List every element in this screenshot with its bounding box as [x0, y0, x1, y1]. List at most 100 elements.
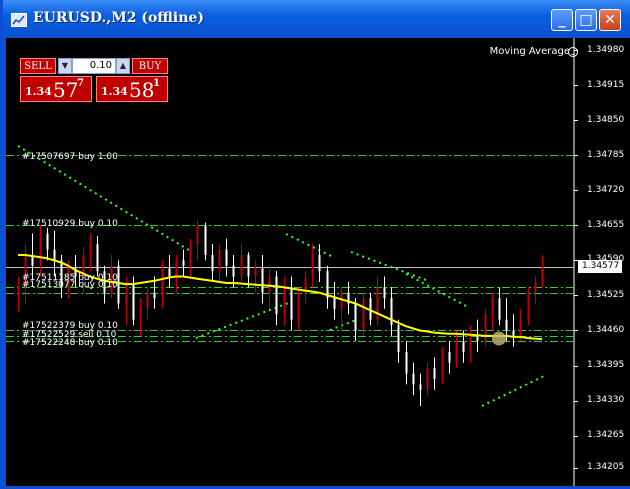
one-click-trading-panel: SELL ▼ 0.10 ▲ BUY 1.34 57 7 1.34 58 1	[20, 58, 168, 102]
buy-price-prefix: 1.34	[101, 85, 128, 98]
candle-body	[512, 330, 515, 336]
candle-body	[484, 314, 487, 342]
candle-body	[527, 292, 530, 320]
price-tick: 1.34655	[587, 220, 625, 230]
candle-body	[426, 368, 429, 390]
candle-body	[419, 384, 422, 390]
candle-body	[161, 268, 164, 299]
candle-body	[397, 325, 400, 353]
candle-body	[175, 260, 178, 277]
chart-window: EURUSD.,M2 (offline) _ □ ✕ SELL ▼ 0.10 ▲…	[0, 0, 630, 489]
sell-price-fraction: 7	[77, 78, 84, 89]
sell-price-prefix: 1.34	[25, 85, 52, 98]
order-label-4[interactable]: #17513077 buy 0.10	[22, 280, 118, 290]
price-tick: 1.34265	[587, 430, 625, 440]
candle-body	[462, 341, 465, 353]
buy-price-box[interactable]: 1.34 58 1	[96, 76, 168, 102]
candle-body	[498, 298, 501, 320]
trend-line	[285, 233, 332, 257]
price-tick: 1.34460	[587, 325, 625, 335]
buy-price-pips: 58	[129, 78, 155, 102]
close-button[interactable]: ✕	[599, 9, 621, 31]
candle-body	[240, 254, 243, 277]
candle-body	[53, 249, 56, 261]
price-tick: 1.34980	[587, 45, 625, 55]
price-tick: 1.34915	[587, 80, 625, 90]
price-tick: 1.34395	[587, 360, 625, 370]
candle-body	[383, 287, 386, 299]
candle-body	[297, 292, 300, 320]
window-title: EURUSD.,M2 (offline)	[33, 10, 204, 26]
candle-body	[125, 284, 128, 304]
candle-body	[254, 268, 257, 277]
buy-price-fraction: 1	[153, 78, 160, 89]
candle-body	[232, 265, 235, 277]
candle-body	[204, 225, 207, 255]
price-tick: 1.34525	[587, 290, 625, 300]
price-tick: 1.34850	[587, 115, 625, 125]
candle-body	[469, 335, 472, 353]
candle-body	[132, 284, 135, 320]
candle-body	[340, 292, 343, 309]
trend-line	[481, 375, 545, 407]
candle-body	[39, 233, 42, 266]
lot-decrease-button[interactable]: ▼	[58, 58, 72, 74]
sell-price-box[interactable]: 1.34 57 7	[20, 76, 92, 102]
candle-body	[225, 249, 228, 266]
trend-line	[405, 273, 467, 307]
candle-body	[247, 254, 250, 277]
sell-button[interactable]: SELL	[20, 58, 56, 74]
candle-body	[283, 287, 286, 315]
candle-body	[441, 352, 444, 380]
chart-area[interactable]: SELL ▼ 0.10 ▲ BUY 1.34 57 7 1.34 58 1 Mo…	[6, 38, 630, 486]
candle-body	[412, 373, 415, 385]
price-tick: 1.34785	[587, 150, 625, 160]
candle-body	[534, 281, 537, 293]
candle-body	[541, 267, 544, 282]
candle-body	[476, 335, 479, 342]
candle-body	[333, 298, 336, 309]
candle-body	[455, 341, 458, 363]
candle-body	[448, 352, 451, 363]
lot-size-input[interactable]: 0.10	[72, 58, 116, 74]
candle-body	[218, 249, 221, 272]
candle-body	[139, 308, 142, 320]
candle-body	[519, 319, 522, 336]
candle-body	[505, 319, 508, 331]
candle-body	[17, 287, 20, 299]
price-chart[interactable]	[6, 38, 630, 486]
trade-marker-icon	[491, 331, 506, 346]
indicator-label[interactable]: Moving Average	[490, 46, 570, 57]
candle-body	[96, 244, 99, 272]
maximize-button[interactable]: □	[575, 9, 597, 31]
buy-button[interactable]: BUY	[132, 58, 168, 74]
smiley-icon	[568, 47, 578, 57]
candle-body	[362, 298, 365, 331]
candle-body	[369, 298, 372, 320]
candle-body	[491, 298, 494, 315]
trend-line	[350, 251, 427, 281]
chart-window-icon	[11, 13, 27, 27]
candle-body	[211, 254, 214, 272]
order-label-1[interactable]: #17507697 buy 1.00	[22, 152, 118, 162]
lot-increase-button[interactable]: ▲	[116, 58, 130, 74]
candle-body	[433, 368, 436, 380]
candle-body	[405, 352, 408, 374]
order-label-2[interactable]: #17510929 buy 0.10	[22, 219, 118, 229]
minimize-button[interactable]: _	[551, 9, 573, 31]
candle-body	[261, 268, 264, 293]
candle-body	[318, 254, 321, 272]
candle-body	[182, 260, 185, 266]
candle-body	[146, 292, 149, 309]
candle-body	[290, 287, 293, 320]
order-label-7[interactable]: #17522248 buy 0.10	[22, 338, 118, 348]
candle-body	[89, 244, 92, 255]
candle-body	[46, 233, 49, 250]
trend-line	[329, 319, 357, 331]
candle-body	[153, 292, 156, 299]
title-bar[interactable]: EURUSD.,M2 (offline) _ □ ✕	[3, 0, 630, 38]
candle-body	[196, 225, 199, 245]
sell-price-pips: 57	[53, 78, 79, 102]
candle-body	[189, 244, 192, 266]
candle-body	[268, 276, 271, 293]
